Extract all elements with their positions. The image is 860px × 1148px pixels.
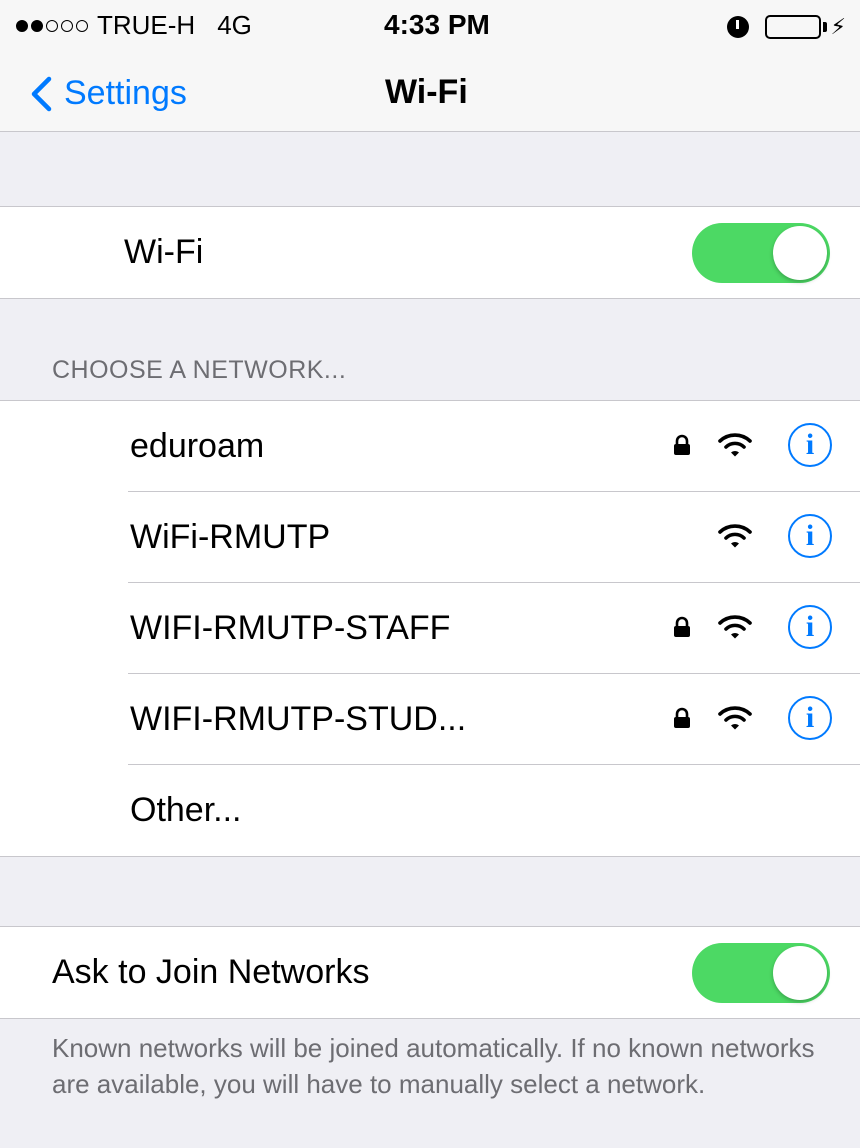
ask-to-join-row: Ask to Join Networks [0, 927, 860, 1018]
network-row-wifi-rmutp-stud[interactable]: WIFI-RMUTP-STUD... i [0, 674, 860, 765]
charging-bolt-icon: ⚡ [830, 14, 846, 39]
signal-dot [61, 19, 73, 32]
networks-section-header: CHOOSE A NETWORK... [52, 356, 347, 384]
signal-dot [31, 19, 43, 32]
network-row-wifi-rmutp[interactable]: WiFi-RMUTP i [0, 492, 860, 583]
network-icons: i [672, 423, 832, 467]
battery-tip [822, 22, 827, 32]
status-bar: TRUE-H 4G 4:33 PM ⚡ [0, 0, 860, 56]
network-row-wifi-rmutp-staff[interactable]: WIFI-RMUTP-STAFF i [0, 583, 860, 674]
network-icons: i [718, 514, 832, 558]
network-icons: i [672, 605, 832, 649]
wifi-signal-icon [718, 524, 752, 548]
status-left: TRUE-H 4G [16, 10, 252, 41]
network-info-button[interactable]: i [788, 514, 832, 558]
wifi-signal-icon [718, 615, 752, 639]
signal-dot [46, 19, 58, 32]
status-right: ⚡ [726, 14, 846, 40]
lock-icon [674, 434, 690, 455]
network-name: eduroam [130, 427, 265, 465]
network-icons: i [672, 696, 832, 740]
network-type: 4G [217, 10, 252, 40]
network-info-button[interactable]: i [788, 605, 832, 649]
wifi-signal-icon [718, 706, 752, 730]
carrier-name: TRUE-H [97, 10, 196, 40]
other-network-row[interactable]: Other... [0, 765, 860, 856]
lock-icon [674, 616, 690, 637]
wifi-toggle-label: Wi-Fi [124, 233, 204, 271]
wifi-toggle-row: Wi-Fi [0, 207, 860, 298]
network-row-eduroam[interactable]: eduroam i [0, 401, 860, 492]
network-info-button[interactable]: i [788, 696, 832, 740]
other-network-label: Other... [130, 791, 242, 829]
back-button-label: Settings [64, 74, 187, 112]
navigation-bar: Settings Wi-Fi [0, 56, 860, 132]
wifi-toggle-group: Wi-Fi [0, 206, 860, 299]
network-info-button[interactable]: i [788, 423, 832, 467]
network-list: eduroam i WiFi-RMUTP i WIFI-RMUTP-STAFF … [0, 400, 860, 857]
toggle-knob [773, 946, 827, 1000]
chevron-left-icon [31, 76, 52, 111]
wifi-signal-icon [718, 433, 752, 457]
page-title: Wi-Fi [385, 73, 468, 111]
network-name: WiFi-RMUTP [130, 518, 331, 556]
signal-dot [16, 19, 28, 32]
alarm-clock-icon [726, 16, 749, 38]
toggle-knob [773, 226, 827, 280]
ask-to-join-footer: Known networks will be joined automatica… [52, 1033, 815, 1099]
ask-to-join-group: Ask to Join Networks [0, 926, 860, 1019]
network-name: WIFI-RMUTP-STUD... [130, 700, 467, 738]
ask-to-join-toggle-switch[interactable] [692, 943, 830, 1003]
network-name: WIFI-RMUTP-STAFF [130, 609, 451, 647]
ask-to-join-label: Ask to Join Networks [52, 953, 370, 991]
signal-strength-icon [16, 19, 91, 32]
signal-dot [76, 19, 88, 32]
lock-icon [674, 707, 690, 728]
back-button[interactable]: Settings [30, 74, 187, 113]
wifi-toggle-switch[interactable] [692, 223, 830, 283]
battery-icon [764, 15, 821, 39]
status-time: 4:33 PM [384, 9, 490, 40]
